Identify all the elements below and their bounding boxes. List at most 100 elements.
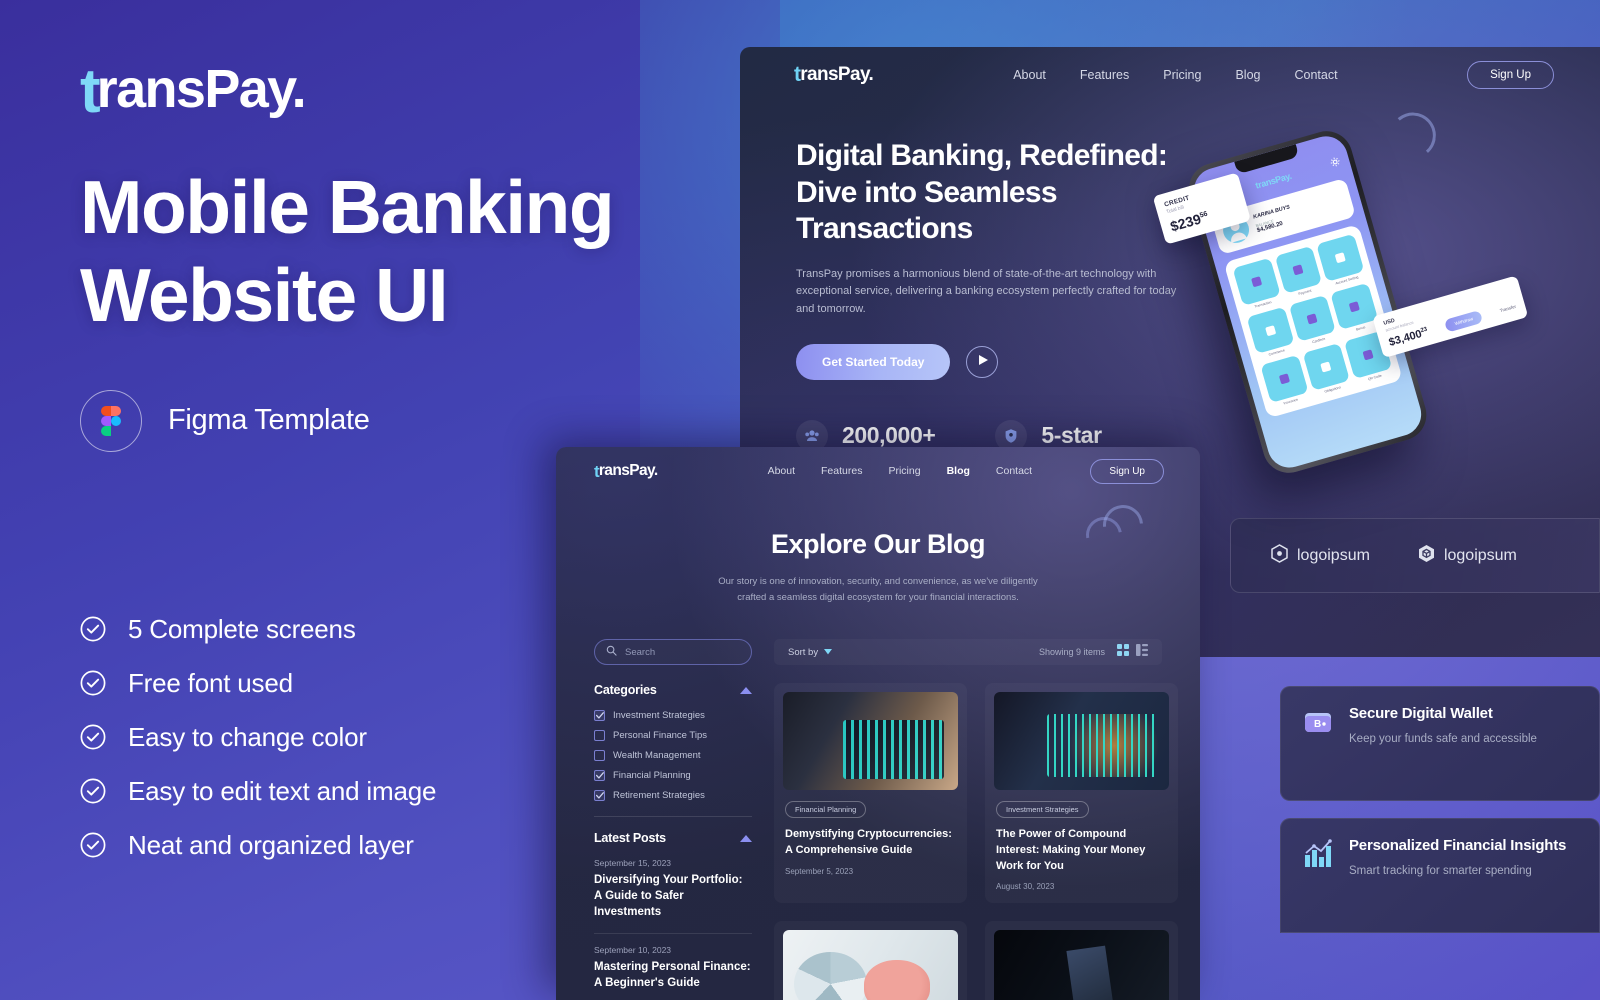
feature-label: Neat and organized layer	[128, 829, 414, 860]
app-tile[interactable]: Cardless	[1288, 294, 1337, 348]
figma-icon	[101, 405, 121, 436]
signup-button[interactable]: Sign Up	[1467, 60, 1554, 89]
divider	[594, 932, 752, 934]
divider	[594, 816, 752, 818]
hexagon-dot-icon	[1271, 543, 1288, 568]
sort-by-dropdown[interactable]: Sort by	[788, 646, 833, 658]
nav-item-pricing[interactable]: Pricing	[1163, 68, 1201, 82]
logo-wordmark: ransPay.	[598, 462, 658, 480]
sort-and-view-bar: Sort by Showing 9 items	[774, 639, 1162, 665]
promo-logo: t ransPay.	[80, 60, 780, 122]
logo-wordmark: ransPay.	[800, 64, 874, 85]
blog-card[interactable]: Financial Planning Demystifying Cryptocu…	[774, 683, 967, 903]
chevron-down-icon	[824, 647, 833, 658]
sort-by-label: Sort by	[788, 646, 819, 658]
page-title-line1: Mobile Banking	[80, 165, 615, 249]
stat-value: 5-star	[1041, 422, 1102, 449]
play-video-button[interactable]	[966, 345, 999, 378]
blog-card[interactable]: Investment Strategies The Power of Compo…	[985, 683, 1178, 903]
checkbox-unchecked[interactable]	[594, 750, 605, 762]
blog-card[interactable]	[985, 921, 1178, 1000]
latest-posts-header[interactable]: Latest Posts	[594, 831, 752, 845]
blog-card-title: Demystifying Cryptocurrencies: A Compreh…	[785, 828, 952, 856]
post-title: Mastering Personal Finance: A Beginner's…	[594, 960, 751, 989]
app-tile[interactable]: Obligations	[1302, 343, 1351, 397]
list-view-icon[interactable]	[1136, 643, 1148, 661]
page-title: Mobile Banking Website UI	[80, 164, 780, 340]
blog-card-tag[interactable]: Financial Planning	[785, 801, 867, 819]
nav-item-pricing[interactable]: Pricing	[888, 465, 920, 477]
figma-logo-circle	[80, 389, 142, 452]
checkbox-checked[interactable]	[594, 710, 605, 722]
blog-card-image	[994, 692, 1169, 791]
nav-item-contact[interactable]: Contact	[1294, 68, 1337, 82]
checkbox-checked[interactable]	[594, 770, 605, 782]
nav-item-about[interactable]: About	[1013, 68, 1046, 82]
nav-item-about[interactable]: About	[768, 465, 795, 477]
gear-icon[interactable]	[1328, 153, 1343, 173]
latest-post-item[interactable]: September 15, 2023 Diversifying Your Por…	[594, 858, 752, 921]
blog-nav-links: About Features Pricing Blog Contact	[768, 465, 1033, 477]
play-icon	[976, 354, 989, 369]
category-item[interactable]: Investment Strategies	[594, 710, 752, 722]
usd-amount-cents: 23	[1419, 326, 1428, 334]
search-box[interactable]	[594, 639, 752, 666]
get-started-button[interactable]: Get Started Today	[796, 343, 951, 380]
hero-logo[interactable]: t ransPay.	[794, 64, 874, 85]
partner-name: logoipsum	[1443, 546, 1517, 564]
latest-post-item[interactable]: September 10, 2023 Mastering Personal Fi…	[594, 945, 752, 992]
categories-header[interactable]: Categories	[594, 683, 752, 697]
nav-item-blog[interactable]: Blog	[947, 465, 970, 477]
feature-label: 5 Complete screens	[128, 613, 356, 644]
svg-text:B: B	[1314, 719, 1321, 730]
bar-chart-icon	[1301, 837, 1335, 871]
app-tile[interactable]: Account Setting	[1316, 233, 1365, 288]
post-date: September 15, 2023	[594, 858, 672, 869]
checkbox-unchecked[interactable]	[594, 730, 605, 742]
wallet-bitcoin-icon: B	[1301, 705, 1335, 739]
feature-card-financial-insights[interactable]: Personalized Financial Insights Smart tr…	[1280, 818, 1600, 933]
nav-item-features[interactable]: Features	[1080, 68, 1129, 82]
blog-sidebar: Categories Investment Strategies Persona…	[594, 683, 752, 1000]
logo-wordmark: ransPay.	[1256, 170, 1293, 190]
nav-item-contact[interactable]: Contact	[996, 465, 1032, 477]
category-item[interactable]: Wealth Management	[594, 750, 752, 762]
feature-label: Free font used	[128, 667, 293, 698]
feature-card-secure-wallet[interactable]: B Secure Digital Wallet Keep your funds …	[1280, 686, 1600, 801]
app-tile[interactable]: Insurance	[1260, 355, 1309, 409]
partner-logo: logoipsum	[1418, 544, 1517, 568]
search-input[interactable]	[625, 646, 740, 658]
figma-badge: Figma Template	[80, 389, 780, 452]
blog-card-date: September 5, 2023	[785, 866, 854, 876]
app-tile[interactable]: Bonus	[1330, 282, 1379, 336]
category-item[interactable]: Retirement Strategies	[594, 790, 752, 802]
nav-item-features[interactable]: Features	[821, 465, 862, 477]
blog-card[interactable]	[774, 921, 967, 1000]
category-label: Retirement Strategies	[613, 790, 705, 802]
hero-navbar: t ransPay. About Features Pricing Blog C…	[740, 47, 1600, 102]
blog-body: Categories Investment Strategies Persona…	[556, 665, 1200, 1000]
view-toggle	[1117, 643, 1148, 661]
partner-name: logoipsum	[1297, 546, 1370, 564]
grid-view-icon[interactable]	[1117, 643, 1129, 661]
signup-button[interactable]: Sign Up	[1090, 458, 1164, 484]
blog-card-image	[783, 692, 958, 791]
app-tile[interactable]: Payment	[1274, 245, 1323, 300]
category-item[interactable]: Personal Finance Tips	[594, 730, 752, 742]
transfer-link[interactable]: Transfer	[1499, 304, 1516, 313]
blog-card-grid: Financial Planning Demystifying Cryptocu…	[774, 683, 1200, 1000]
check-circle-icon	[80, 616, 106, 642]
blog-logo[interactable]: t ransPay.	[594, 462, 658, 480]
checkbox-checked[interactable]	[594, 790, 605, 802]
feature-card-title: Personalized Financial Insights	[1349, 837, 1567, 854]
category-item[interactable]: Financial Planning	[594, 770, 752, 782]
page-title-line2: Website UI	[80, 252, 449, 337]
partner-logo: logoipsum	[1271, 543, 1370, 568]
blog-card-tag[interactable]: Investment Strategies	[996, 801, 1089, 819]
check-circle-icon	[80, 670, 106, 696]
app-logo: transPay.	[1254, 171, 1292, 191]
app-tile[interactable]: Transaction	[1232, 257, 1282, 312]
nav-item-blog[interactable]: Blog	[1235, 68, 1260, 82]
feature-label: Easy to change color	[128, 721, 367, 752]
app-tile[interactable]: Commerce	[1246, 306, 1295, 360]
